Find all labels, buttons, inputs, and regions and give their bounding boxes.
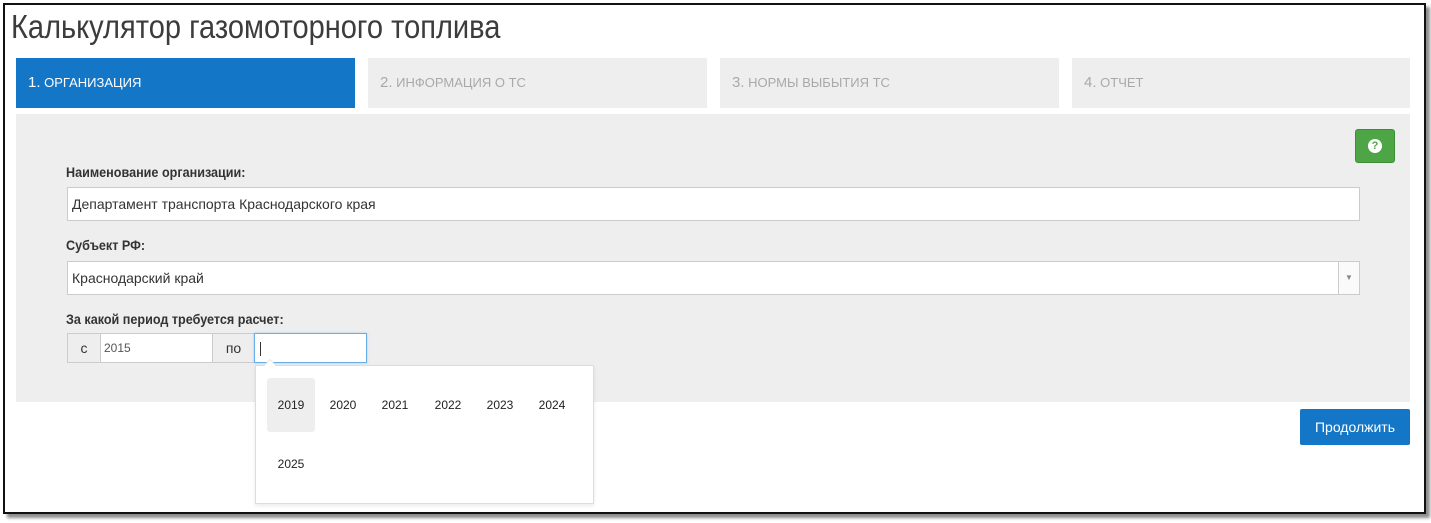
text-caret — [260, 341, 261, 356]
tab-label: НОРМЫ ВЫБЫТИЯ ТС — [748, 75, 890, 90]
year-option-2022[interactable]: 2022 — [424, 378, 472, 432]
help-button[interactable]: ? — [1355, 129, 1395, 163]
region-select[interactable]: Краснодарский край ▼ — [67, 261, 1360, 295]
tab-vehicle-info[interactable]: 2. ИНФОРМАЦИЯ О ТС — [368, 58, 707, 108]
year-option-2019[interactable]: 2019 — [267, 378, 315, 432]
period-from-addon: с — [67, 333, 101, 363]
tab-number: 4. — [1084, 74, 1097, 91]
period-to-addon: по — [212, 333, 255, 363]
year-option-2025[interactable]: 2025 — [267, 437, 315, 491]
tab-report[interactable]: 4. ОТЧЕТ — [1072, 58, 1410, 108]
wizard-tabs: 1. ОРГАНИЗАЦИЯ 2. ИНФОРМАЦИЯ О ТС 3. НОР… — [16, 58, 1410, 108]
tab-label: ОТЧЕТ — [1100, 75, 1144, 90]
tab-number: 2. — [380, 74, 393, 91]
tab-number: 1. — [28, 74, 41, 91]
tab-organization[interactable]: 1. ОРГАНИЗАЦИЯ — [16, 58, 355, 108]
region-label: Субъект РФ: — [66, 237, 146, 253]
year-option-2024[interactable]: 2024 — [528, 378, 576, 432]
year-option-2020[interactable]: 2020 — [319, 378, 367, 432]
tab-label: ОРГАНИЗАЦИЯ — [44, 75, 142, 90]
year-option-2023[interactable]: 2023 — [476, 378, 524, 432]
year-option-2021[interactable]: 2021 — [371, 378, 419, 432]
question-circle-icon: ? — [1368, 139, 1382, 153]
org-name-label: Наименование организации: — [66, 164, 246, 180]
page-title: Калькулятор газомоторного топлива — [11, 8, 501, 45]
chevron-down-icon[interactable]: ▼ — [1338, 262, 1359, 294]
continue-button[interactable]: Продолжить — [1300, 409, 1410, 445]
region-select-value: Краснодарский край — [72, 270, 204, 286]
tab-label: ИНФОРМАЦИЯ О ТС — [396, 75, 526, 90]
period-from-input[interactable]: 2015 — [100, 333, 213, 363]
org-name-input[interactable]: Департамент транспорта Краснодарского кр… — [67, 187, 1360, 221]
form-panel: ? Наименование организации: Департамент … — [16, 114, 1410, 402]
tab-number: 3. — [732, 74, 745, 91]
period-label: За какой период требуется расчет: — [66, 311, 284, 327]
year-picker-dropdown: 2019 2020 2021 2022 2023 2024 2025 — [255, 359, 594, 504]
tab-retirement-norms[interactable]: 3. НОРМЫ ВЫБЫТИЯ ТС — [720, 58, 1059, 108]
